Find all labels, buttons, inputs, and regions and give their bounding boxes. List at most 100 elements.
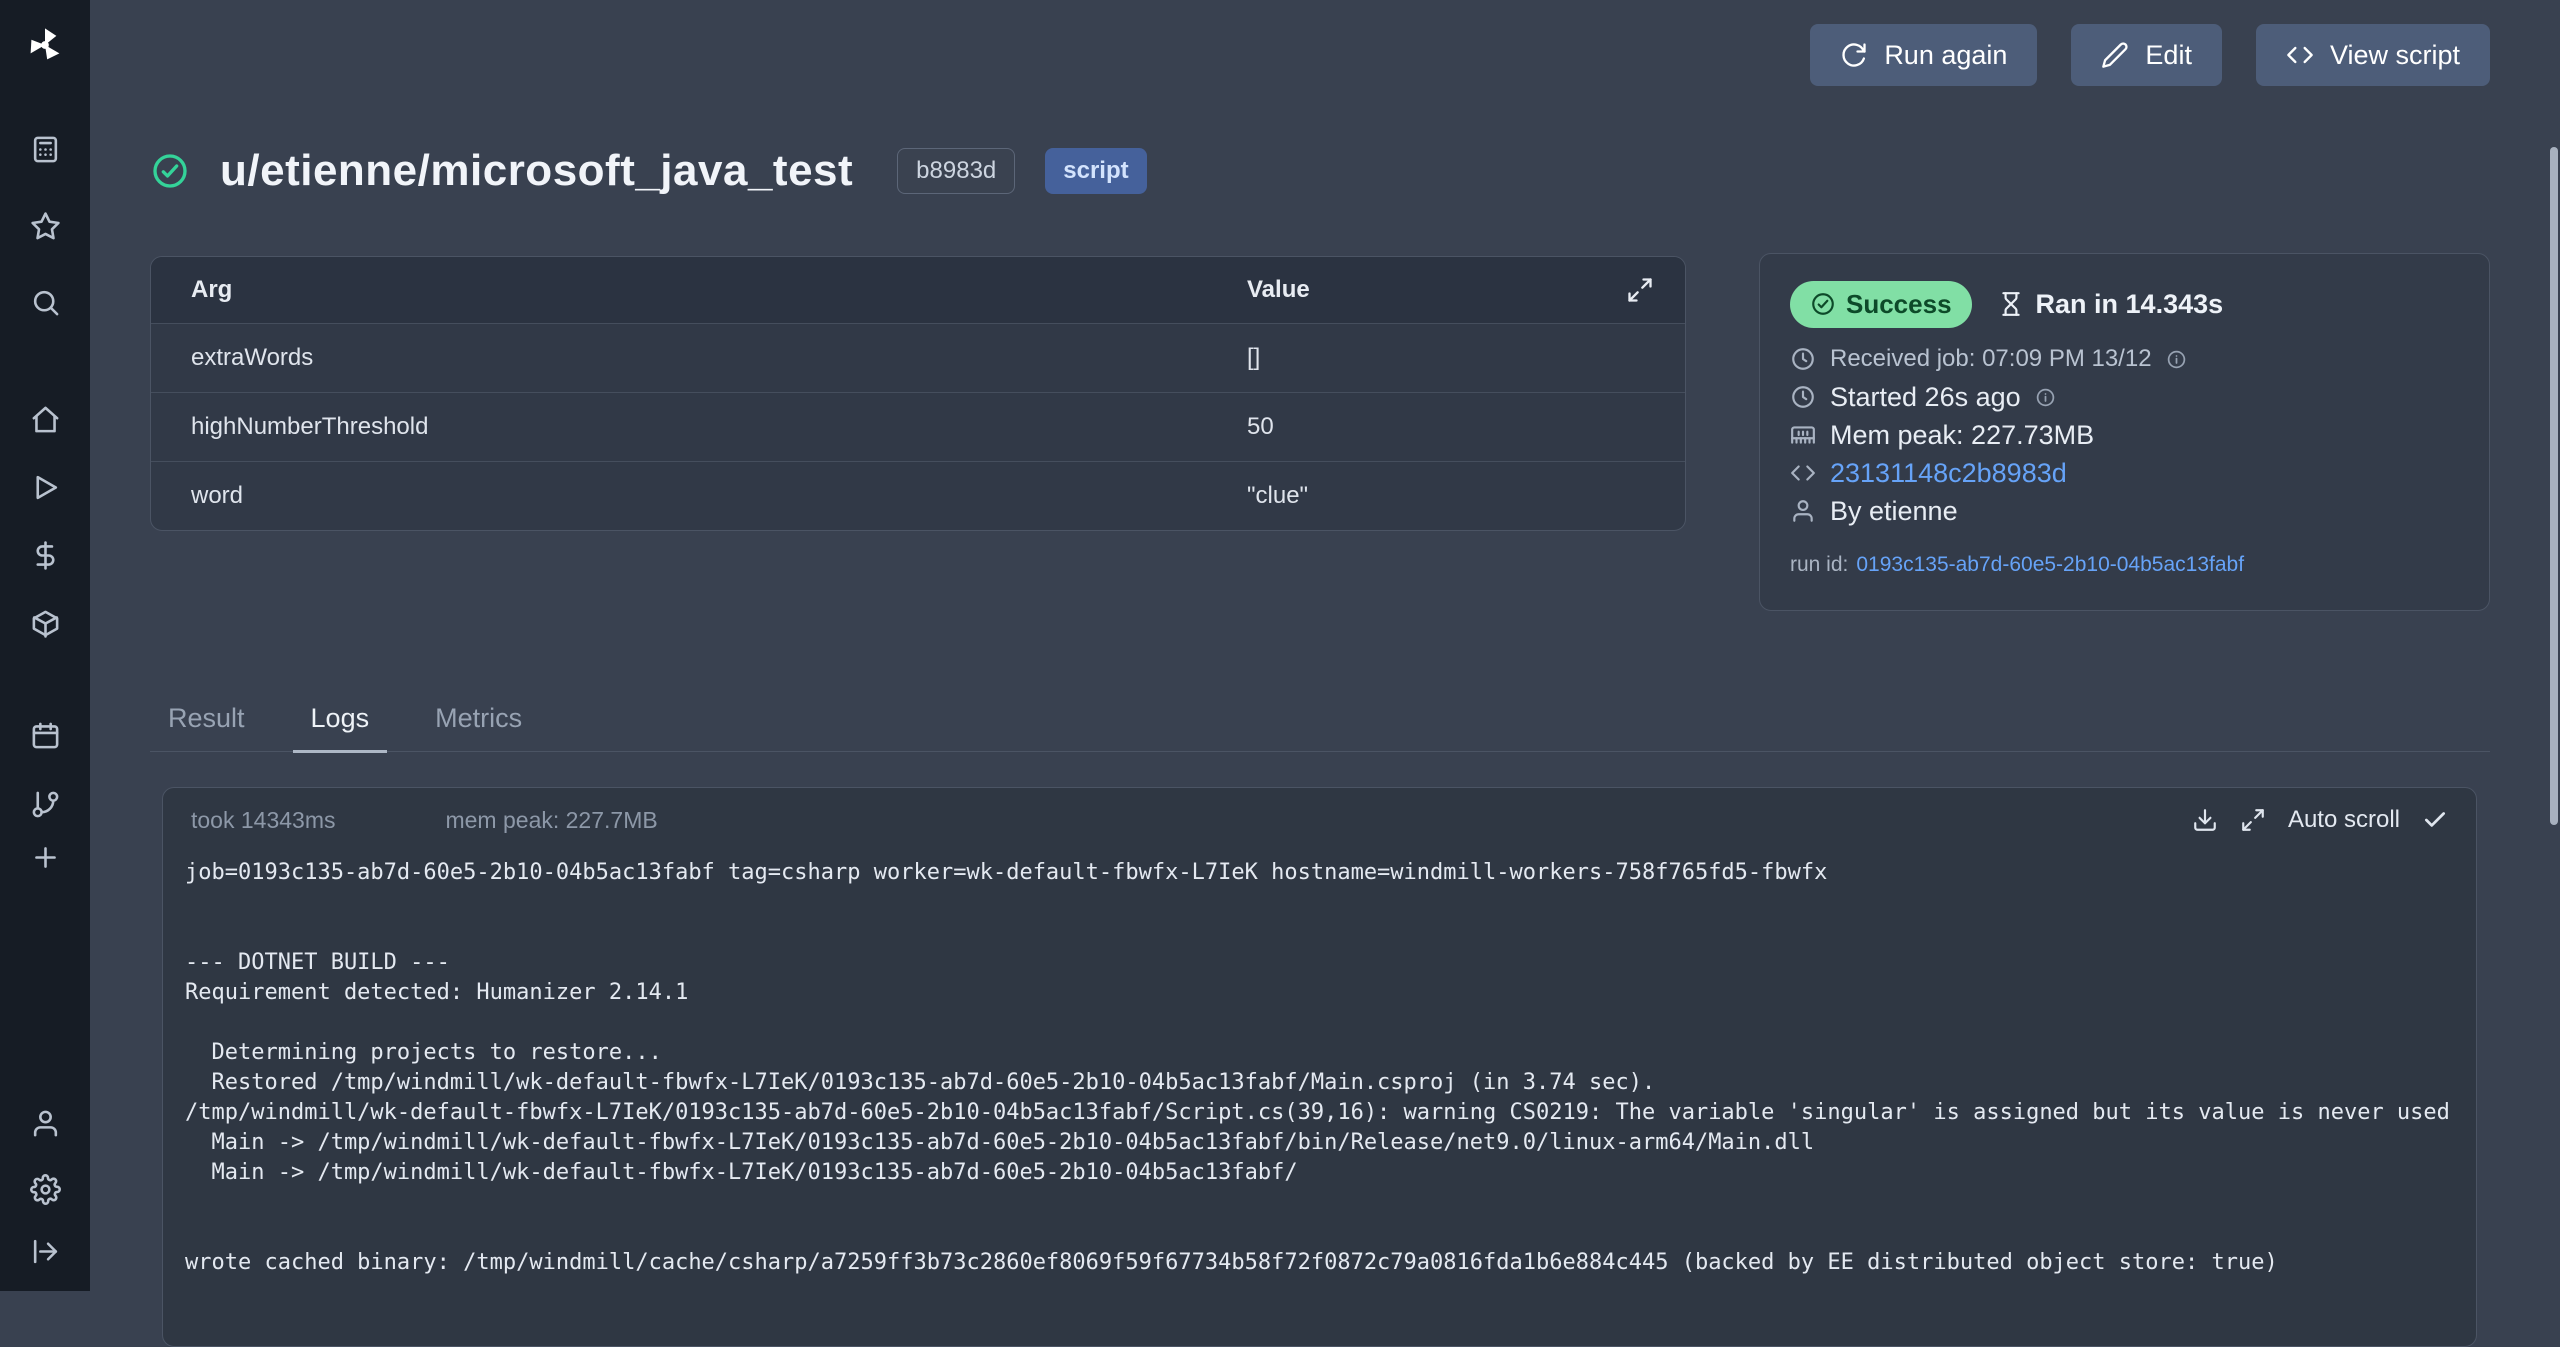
tab-result[interactable]: Result bbox=[150, 703, 263, 753]
refresh-icon bbox=[1840, 41, 1868, 69]
top-action-bar: Run again Edit View script bbox=[1810, 24, 2490, 86]
schedules-calendar-icon[interactable] bbox=[0, 720, 90, 751]
log-line: /tmp/windmill/wk-default-fbwfx-L7IeK/019… bbox=[185, 1098, 2454, 1128]
download-logs-icon[interactable] bbox=[2192, 807, 2218, 833]
variables-dollar-icon[interactable] bbox=[0, 540, 90, 571]
tab-logs[interactable]: Logs bbox=[293, 703, 388, 753]
log-line: Determining projects to restore... bbox=[185, 1038, 2454, 1068]
apps-calculator-icon[interactable] bbox=[0, 134, 90, 165]
log-line: job=0193c135-ab7d-60e5-2b10-04b5ac13fabf… bbox=[185, 858, 2454, 888]
code-icon bbox=[1790, 460, 1816, 486]
arg-value: "clue" bbox=[1247, 482, 1595, 510]
duration-row: Ran in 14.343s bbox=[1998, 289, 2224, 320]
mem-peak-row: Mem peak: 227.73MB bbox=[1790, 416, 2459, 454]
arg-name: extraWords bbox=[151, 344, 1247, 372]
log-line bbox=[185, 918, 2454, 948]
runs-play-icon[interactable] bbox=[0, 472, 90, 503]
run-id-row: run id: 0193c135-ab7d-60e5-2b10-04b5ac13… bbox=[1790, 552, 2459, 578]
code-icon bbox=[2286, 41, 2314, 69]
settings-gear-icon[interactable] bbox=[0, 1174, 90, 1205]
arg-value: [] bbox=[1247, 344, 1595, 372]
pencil-icon bbox=[2101, 41, 2129, 69]
table-row: word "clue" bbox=[151, 461, 1685, 530]
log-line bbox=[185, 1188, 2454, 1218]
author-row: By etienne bbox=[1790, 492, 2459, 530]
script-type-badge: script bbox=[1045, 148, 1146, 194]
edit-button[interactable]: Edit bbox=[2071, 24, 2222, 86]
windmill-logo-icon[interactable] bbox=[0, 0, 90, 90]
hourglass-icon bbox=[1998, 291, 2024, 317]
memory-icon bbox=[1790, 422, 1816, 448]
clock-icon bbox=[1790, 384, 1816, 410]
clock-icon bbox=[1790, 346, 1816, 372]
started-label: Started 26s ago bbox=[1830, 382, 2021, 413]
title-row: u/etienne/microsoft_java_test b8983d scr… bbox=[150, 146, 1147, 196]
resources-boxes-icon[interactable] bbox=[0, 608, 90, 639]
user-account-icon[interactable] bbox=[0, 1108, 90, 1139]
run-again-label: Run again bbox=[1884, 40, 2007, 71]
sidebar bbox=[0, 0, 90, 1291]
arg-name: word bbox=[151, 482, 1247, 510]
table-row: extraWords [] bbox=[151, 323, 1685, 392]
logs-header: took 14343ms mem peak: 227.7MB Auto scro… bbox=[163, 788, 2476, 842]
script-hash-row: 23131148c2b8983d bbox=[1790, 454, 2459, 492]
log-line: --- DOTNET BUILD --- bbox=[185, 948, 2454, 978]
arg-name: highNumberThreshold bbox=[151, 413, 1247, 441]
log-line bbox=[185, 1008, 2454, 1038]
tab-metrics[interactable]: Metrics bbox=[417, 703, 540, 753]
args-col-arg: Arg bbox=[151, 276, 1247, 304]
started-row: Started 26s ago bbox=[1790, 378, 2459, 416]
star-favorites-icon[interactable] bbox=[0, 211, 90, 242]
script-hash-link[interactable]: 23131148c2b8983d bbox=[1830, 458, 2067, 489]
received-label: Received job: 07:09 PM 13/12 bbox=[1830, 345, 2152, 373]
author-label: By etienne bbox=[1830, 496, 1958, 527]
info-icon[interactable] bbox=[2035, 387, 2056, 408]
auto-scroll-label[interactable]: Auto scroll bbox=[2288, 806, 2400, 834]
status-card: Success Ran in 14.343s Received job: 07:… bbox=[1759, 253, 2490, 611]
search-icon[interactable] bbox=[0, 287, 90, 318]
expand-logs-icon[interactable] bbox=[2240, 807, 2266, 833]
args-col-value: Value bbox=[1247, 276, 1595, 304]
logs-meta: took 14343ms mem peak: 227.7MB bbox=[191, 807, 658, 834]
result-tabs: Result Logs Metrics bbox=[150, 703, 2490, 752]
logs-took: took 14343ms bbox=[191, 807, 335, 834]
auto-scroll-checkmark-icon[interactable] bbox=[2422, 807, 2448, 833]
run-id-label: run id: bbox=[1790, 553, 1848, 577]
script-hash-badge: b8983d bbox=[897, 148, 1015, 194]
status-badge: Success bbox=[1790, 281, 1972, 328]
logs-content: job=0193c135-ab7d-60e5-2b10-04b5ac13fabf… bbox=[163, 842, 2476, 1278]
success-check-icon bbox=[150, 151, 190, 191]
logs-controls: Auto scroll bbox=[2192, 806, 2448, 834]
args-table-header: Arg Value bbox=[151, 257, 1685, 323]
log-line: Main -> /tmp/windmill/wk-default-fbwfx-L… bbox=[185, 1128, 2454, 1158]
user-icon bbox=[1790, 498, 1816, 524]
edit-label: Edit bbox=[2145, 40, 2192, 71]
table-row: highNumberThreshold 50 bbox=[151, 392, 1685, 461]
log-line: Main -> /tmp/windmill/wk-default-fbwfx-L… bbox=[185, 1158, 2454, 1188]
expand-args-icon[interactable] bbox=[1595, 275, 1685, 305]
duration-label: Ran in 14.343s bbox=[2036, 289, 2224, 320]
view-script-label: View script bbox=[2330, 40, 2460, 71]
page-title: u/etienne/microsoft_java_test bbox=[220, 146, 853, 196]
view-script-button[interactable]: View script bbox=[2256, 24, 2490, 86]
logs-panel: took 14343ms mem peak: 227.7MB Auto scro… bbox=[162, 787, 2477, 1347]
log-line: Restored /tmp/windmill/wk-default-fbwfx-… bbox=[185, 1068, 2454, 1098]
log-line bbox=[185, 1218, 2454, 1248]
log-line: wrote cached binary: /tmp/windmill/cache… bbox=[185, 1248, 2454, 1278]
run-again-button[interactable]: Run again bbox=[1810, 24, 2037, 86]
log-line: Requirement detected: Humanizer 2.14.1 bbox=[185, 978, 2454, 1008]
collapse-arrow-icon[interactable] bbox=[0, 1236, 90, 1267]
args-table: Arg Value extraWords [] highNumberThresh… bbox=[150, 256, 1686, 531]
vertical-scrollbar[interactable] bbox=[2550, 147, 2558, 825]
plus-icon[interactable] bbox=[0, 842, 90, 873]
logs-mem-peak: mem peak: 227.7MB bbox=[445, 807, 657, 834]
flows-branch-icon[interactable] bbox=[0, 789, 90, 820]
status-row: Success Ran in 14.343s bbox=[1790, 280, 2459, 328]
run-id-link[interactable]: 0193c135-ab7d-60e5-2b10-04b5ac13fabf bbox=[1856, 553, 2244, 577]
info-icon[interactable] bbox=[2166, 349, 2187, 370]
arg-value: 50 bbox=[1247, 413, 1595, 441]
home-icon[interactable] bbox=[0, 404, 90, 435]
mem-peak-label: Mem peak: 227.73MB bbox=[1830, 420, 2094, 451]
received-row: Received job: 07:09 PM 13/12 bbox=[1790, 340, 2459, 378]
log-line bbox=[185, 888, 2454, 918]
